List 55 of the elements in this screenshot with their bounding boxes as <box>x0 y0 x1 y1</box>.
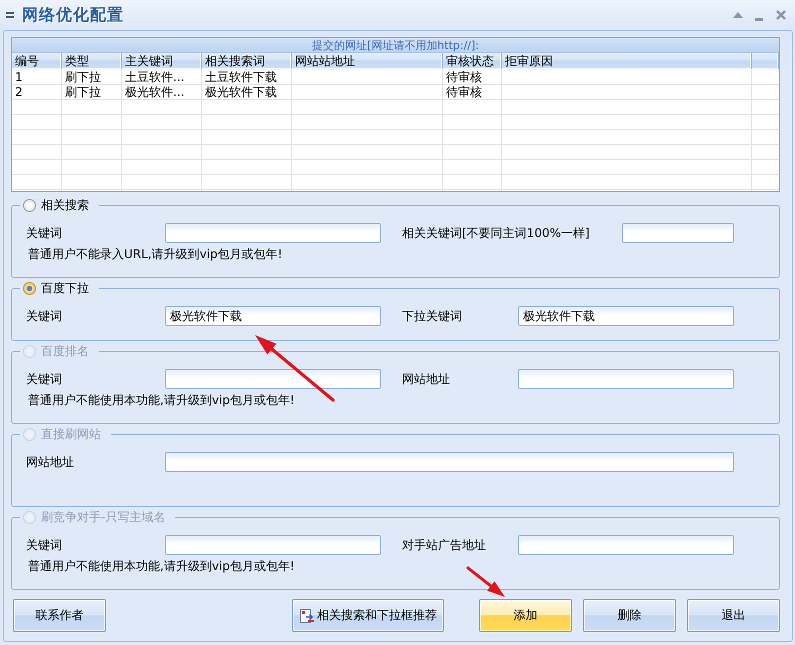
input-field[interactable] <box>165 369 381 389</box>
table-cell-text: 土豆软件... <box>124 70 186 85</box>
contact-author-button[interactable]: 联系作者 <box>13 599 106 632</box>
column-header[interactable]: 拒审原因 <box>502 53 752 69</box>
table-cell-text: 1 <box>14 70 24 85</box>
field-label: 关键词 <box>26 536 63 554</box>
notice-text: 普通用户不能使用本功能,请升级到vip包月或包年! <box>28 393 296 408</box>
input-field[interactable] <box>518 369 734 389</box>
exit-button[interactable]: 退出 <box>687 599 780 632</box>
input-field[interactable] <box>165 452 734 472</box>
delete-button[interactable]: 删除 <box>583 599 676 632</box>
input-field[interactable]: 极光软件下载 <box>165 306 381 326</box>
column-header[interactable]: 相关搜索词 <box>202 53 292 69</box>
table-cell-text: 刷下拉 <box>64 85 102 100</box>
input-field[interactable]: 极光软件下载 <box>518 306 734 326</box>
recommend-button[interactable]: 相关搜索和下拉框推荐 <box>292 599 444 632</box>
field-label: 网站地址 <box>26 454 75 470</box>
close-icon[interactable] <box>776 10 786 20</box>
radio-icon[interactable] <box>23 198 36 212</box>
radio-icon[interactable] <box>23 282 36 294</box>
table-cell-text: 待审核 <box>445 70 483 85</box>
menu-icon[interactable] <box>6 12 14 18</box>
notice-text: 普通用户不能使用本功能,请升级到vip包月或包年! <box>28 559 296 574</box>
field-label: 关键词 <box>26 308 63 324</box>
table-cell-text: 土豆软件下载 <box>204 70 278 85</box>
notice-text: 普通用户不能录入URL,请升级到vip包月或包年! <box>28 247 284 262</box>
radio-option[interactable]: 百度下拉 <box>20 280 99 296</box>
input-field[interactable] <box>165 535 381 555</box>
table-cell-text: 待审核 <box>445 85 483 100</box>
column-header[interactable]: 主关键词 <box>122 53 202 69</box>
table-cell-text: 2 <box>14 85 24 100</box>
table-cell-text: 极光软件... <box>124 85 186 100</box>
document-icon <box>299 608 315 624</box>
column-header[interactable]: 审核状态 <box>443 53 502 69</box>
minimize-icon[interactable] <box>755 18 763 20</box>
column-header[interactable]: 类型 <box>62 53 122 69</box>
radio-option[interactable]: 相关搜索 <box>20 197 99 213</box>
field-label: 下拉关键词 <box>402 308 463 324</box>
table-caption: 提交的网址[网址请不用加http://]: <box>12 38 779 53</box>
table-cell-text: 极光软件下载 <box>204 85 278 100</box>
field-label: 网站地址 <box>402 370 451 388</box>
field-label: 对手站广告地址 <box>402 536 487 554</box>
table-cell-text: 刷下拉 <box>64 70 102 85</box>
arrow-icon <box>466 566 505 597</box>
field-label: 关键词 <box>26 370 63 388</box>
field-label: 相关关键词[不要同主词100%一样] <box>402 224 591 242</box>
input-field[interactable] <box>165 223 381 243</box>
input-field[interactable] <box>622 223 734 243</box>
window-title: 网络优化配置 <box>22 5 124 25</box>
column-header[interactable]: 编号 <box>12 53 62 69</box>
input-field[interactable] <box>518 535 734 555</box>
column-header[interactable]: 网站站地址 <box>292 53 443 69</box>
field-label: 关键词 <box>26 224 63 242</box>
collapse-icon[interactable] <box>733 12 743 18</box>
add-button[interactable]: 添加 <box>479 599 572 632</box>
